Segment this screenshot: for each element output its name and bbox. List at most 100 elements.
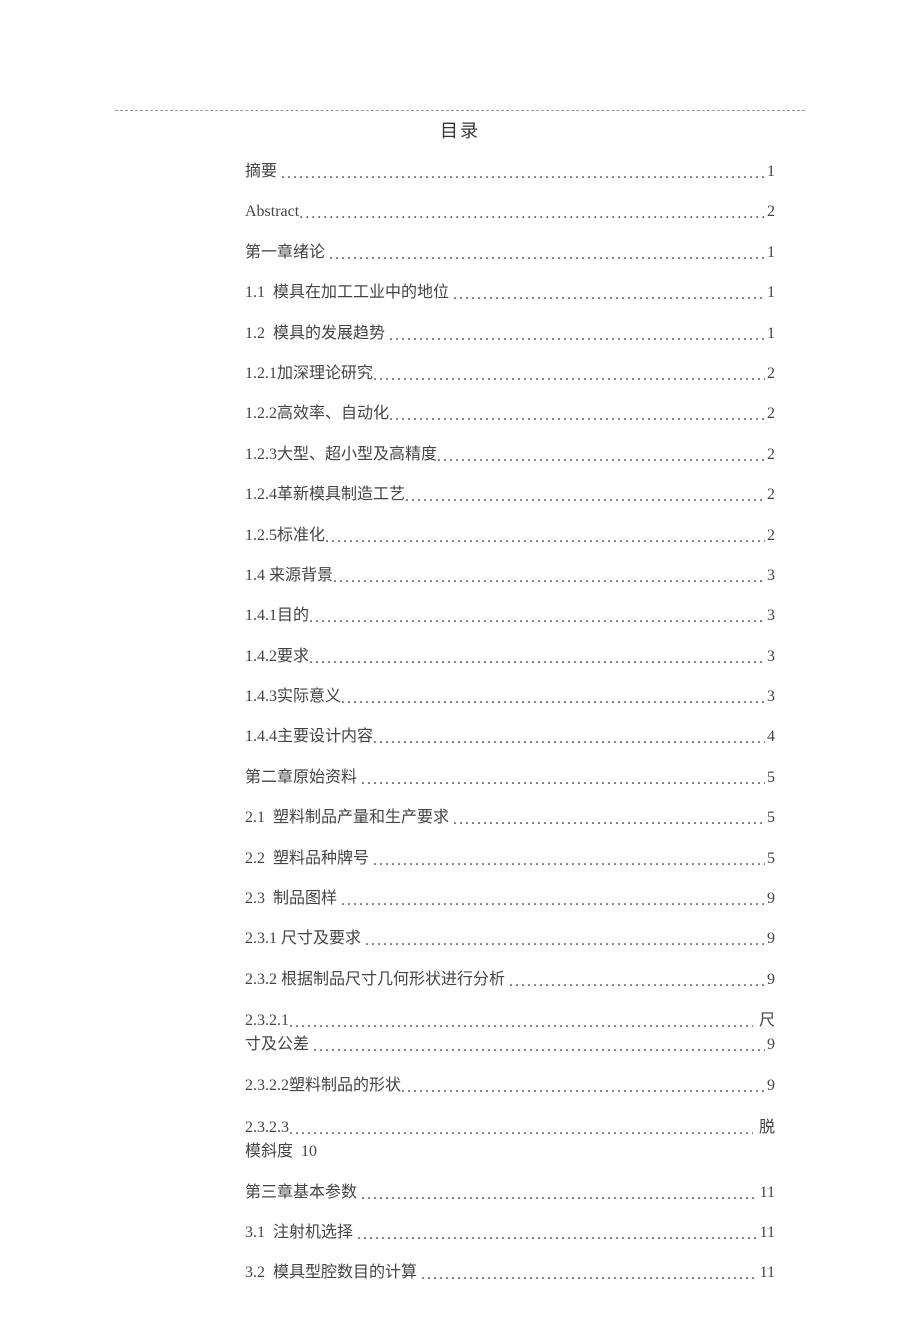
toc-label: 3.2 模具型腔数目的计算 — [245, 1262, 421, 1284]
toc-label: 寸及公差 — [245, 1033, 313, 1057]
toc-leader — [333, 567, 765, 589]
toc-label: 1.2.3大型、超小型及高精度 — [245, 444, 437, 466]
toc-leader — [289, 1011, 753, 1035]
toc-label: Abstract — [245, 201, 299, 223]
toc-leader — [405, 486, 765, 508]
toc-page: 1 — [765, 323, 775, 345]
toc-page: 2 — [765, 525, 775, 547]
toc-leader — [341, 890, 765, 912]
toc-entry-wrapped: 2.3.2.1 尺寸及公差 9 — [245, 1009, 775, 1057]
toc-leader — [329, 244, 765, 266]
toc-leader — [309, 607, 765, 629]
toc-label: 1.4.4主要设计内容 — [245, 726, 373, 748]
toc-label: 2.1 塑料制品产量和生产要求 — [245, 807, 453, 829]
toc-label: 1.2.1加深理论研究 — [245, 363, 373, 385]
top-rule — [115, 110, 805, 111]
toc-leader — [373, 850, 765, 872]
toc-entry: 1.2.5标准化2 — [245, 525, 775, 547]
toc-label: 3.1 注射机选择 — [245, 1222, 357, 1244]
toc-label: 2.3.2 根据制品尺寸几何形状进行分析 — [245, 969, 509, 991]
toc-page: 9 — [765, 1075, 775, 1097]
toc-leader — [299, 203, 765, 225]
toc-page: 3 — [765, 605, 775, 627]
toc-leader — [313, 1035, 765, 1059]
document-page: 目录 摘要 1 Abstract 2 第一章绪论 1 1.1 模具在加工工业中的地位 1… — [0, 0, 920, 1343]
toc-label: 1.2.2高效率、自动化 — [245, 403, 389, 425]
toc-tail: 脱 — [753, 1116, 775, 1140]
toc-page: 4 — [765, 726, 775, 748]
toc-entry: 1.2.4革新模具制造工艺 2 — [245, 484, 775, 506]
toc-entry: 2.3 制品图样 9 — [245, 888, 775, 910]
toc-label: 第三章基本参数 — [245, 1182, 361, 1204]
toc-entry: 1.2.1加深理论研究 2 — [245, 363, 775, 385]
toc-entry: 2.3.2 根据制品尺寸几何形状进行分析 9 — [245, 969, 775, 991]
toc-label: 2.3.1 尺寸及要求 — [245, 928, 365, 950]
toc-label: 2.3.2.1 — [245, 1009, 289, 1033]
toc-entry: 1.2.2高效率、自动化 2 — [245, 403, 775, 425]
toc-page: 11 — [758, 1222, 775, 1244]
toc-entry: 1.4.2要求 3 — [245, 646, 775, 668]
toc-entry: 第一章绪论 1 — [245, 242, 775, 264]
toc-page: 1 — [765, 282, 775, 304]
toc-leader — [365, 930, 765, 952]
toc-leader — [401, 1077, 765, 1099]
toc-page: 9 — [765, 1033, 775, 1057]
toc-entry: 第二章原始资料 5 — [245, 767, 775, 789]
toc-page: 3 — [765, 646, 775, 668]
toc-page: 3 — [765, 686, 775, 708]
toc-entry-wrapped: 2.3.2.3 脱模斜度 10 — [245, 1116, 775, 1164]
toc-entry: 1.4.3实际意义 3 — [245, 686, 775, 708]
toc-leader — [289, 1118, 753, 1142]
toc-leader — [325, 527, 765, 549]
toc-page: 1 — [765, 161, 775, 183]
toc-label: 2.3.2.3 — [245, 1116, 289, 1140]
toc-title: 目录 — [115, 117, 805, 143]
toc-label: 第二章原始资料 — [245, 767, 361, 789]
toc-page: 5 — [765, 807, 775, 829]
toc-leader — [373, 728, 765, 750]
toc-label: 摘要 — [245, 161, 281, 183]
toc-leader — [373, 365, 765, 387]
toc-page: 9 — [765, 888, 775, 910]
toc-page: 2 — [765, 444, 775, 466]
toc-leader — [453, 284, 765, 306]
toc-entry: Abstract 2 — [245, 201, 775, 223]
toc-entry: 第三章基本参数 11 — [245, 1182, 775, 1204]
toc-tail: 尺 — [753, 1009, 775, 1033]
toc-entry: 1.2 模具的发展趋势 1 — [245, 323, 775, 345]
toc-leader — [437, 446, 765, 468]
toc-page: 11 — [758, 1262, 775, 1284]
toc-label: 1.4.2要求 — [245, 646, 309, 668]
toc-page: 2 — [765, 403, 775, 425]
toc-entry: 1.2.3大型、超小型及高精度 2 — [245, 444, 775, 466]
toc-page: 2 — [765, 484, 775, 506]
toc-entry: 1.4.4主要设计内容 4 — [245, 726, 775, 748]
toc-entry: 摘要 1 — [245, 161, 775, 183]
table-of-contents: 摘要 1Abstract2第一章绪论 11.1 模具在加工工业中的地位 11.2… — [115, 161, 805, 1285]
toc-leader — [281, 163, 765, 185]
toc-label: 1.1 模具在加工工业中的地位 — [245, 282, 453, 304]
toc-leader — [341, 688, 765, 710]
toc-label: 2.3 制品图样 — [245, 888, 341, 910]
toc-label: 2.3.2.2塑料制品的形状 — [245, 1075, 401, 1097]
toc-label: 1.4.3实际意义 — [245, 686, 341, 708]
toc-leader — [361, 1184, 758, 1206]
toc-label: 1.2.4革新模具制造工艺 — [245, 484, 405, 506]
toc-label: 1.4 来源背景 — [245, 565, 333, 587]
toc-page: 2 — [765, 201, 775, 223]
toc-page: 11 — [758, 1182, 775, 1204]
toc-entry: 3.2 模具型腔数目的计算 11 — [245, 1262, 775, 1284]
toc-entry: 1.1 模具在加工工业中的地位 1 — [245, 282, 775, 304]
toc-entry: 3.1 注射机选择 11 — [245, 1222, 775, 1244]
toc-page: 5 — [765, 848, 775, 870]
toc-label: 1.2 模具的发展趋势 — [245, 323, 389, 345]
toc-label: 1.4.1目的 — [245, 605, 309, 627]
toc-leader — [421, 1264, 758, 1286]
toc-page: 5 — [765, 767, 775, 789]
toc-page: 2 — [765, 363, 775, 385]
toc-page: 9 — [765, 969, 775, 991]
toc-entry: 1.4.1目的 3 — [245, 605, 775, 627]
toc-page: 1 — [765, 242, 775, 264]
toc-leader — [389, 325, 765, 347]
toc-page: 9 — [765, 928, 775, 950]
